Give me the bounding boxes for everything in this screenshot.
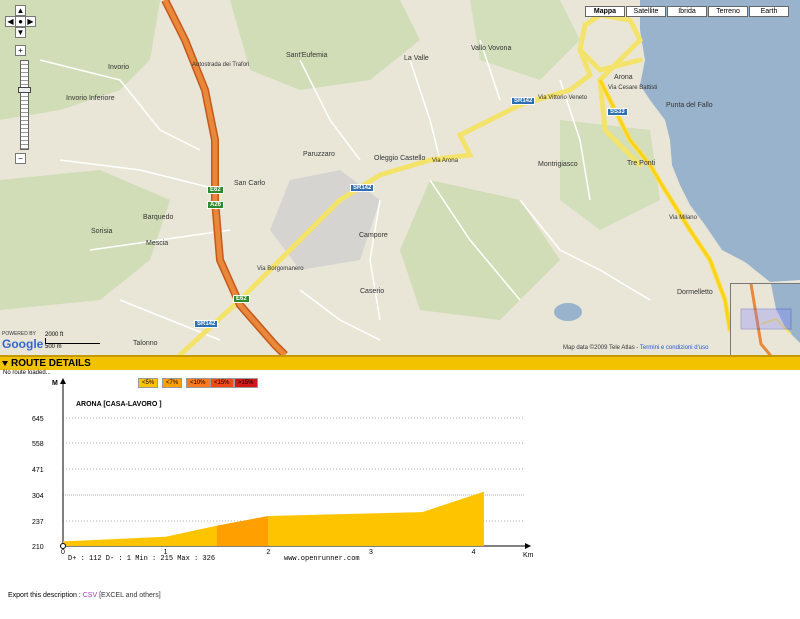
openrunner-window: Invorio Invorio Inferiore Sant'Eufemia La V… bbox=[0, 0, 800, 619]
x-axis-arrow-icon bbox=[525, 543, 531, 549]
place-label: Paruzzaro bbox=[303, 151, 335, 158]
road-label: Via Arona bbox=[432, 158, 458, 164]
map-canvas[interactable] bbox=[0, 0, 800, 355]
export-label: Export this description : bbox=[8, 592, 81, 599]
export-csv-link[interactable]: CSV bbox=[83, 592, 97, 599]
x-tick-label: 3 bbox=[369, 549, 373, 556]
road-shield: E62 bbox=[233, 295, 250, 303]
y-axis-label: M bbox=[52, 380, 58, 387]
place-label: La Valle bbox=[404, 55, 429, 62]
x-tick-label: 4 bbox=[472, 549, 476, 556]
map-type-bar: Mappa Satellite Ibrida Terreno Earth bbox=[585, 6, 790, 17]
place-label: Sorisia bbox=[91, 228, 113, 235]
profile-stats: D+ : 112 D- : 1 Min : 215 Max : 326 bbox=[68, 555, 215, 563]
road-label: Via Milano bbox=[669, 215, 697, 221]
zoom-slider-thumb[interactable] bbox=[18, 87, 31, 93]
collapse-arrow-icon[interactable] bbox=[2, 361, 8, 366]
road-label: Autostrada dei Trafori bbox=[192, 62, 250, 68]
road-shield: SS33 bbox=[607, 108, 628, 116]
road-shield: E62 bbox=[207, 186, 224, 194]
route-map[interactable]: Invorio Invorio Inferiore Sant'Eufemia La V… bbox=[0, 0, 800, 355]
x-tick-label: 0 bbox=[61, 549, 65, 556]
place-label: Barquedo bbox=[143, 214, 174, 221]
profile-segment bbox=[268, 491, 484, 546]
map-type-earth[interactable]: Earth bbox=[749, 6, 789, 17]
place-label: San Carlo bbox=[234, 180, 266, 187]
pan-right-icon[interactable]: ▶ bbox=[25, 16, 36, 27]
map-type-satellite[interactable]: Satellite bbox=[626, 6, 666, 17]
place-label: Arona bbox=[614, 74, 633, 81]
route-details-header[interactable]: ROUTE DETAILS bbox=[0, 355, 800, 370]
map-type-ibrida[interactable]: Ibrida bbox=[667, 6, 707, 17]
y-tick-label: 210 bbox=[32, 544, 44, 551]
y-tick-label: 237 bbox=[32, 519, 44, 526]
terms-link[interactable]: Termini e condizioni d'uso bbox=[640, 345, 709, 351]
zoom-in-button[interactable]: + bbox=[15, 45, 26, 56]
map-scale: 2000 ft 500 m bbox=[45, 332, 100, 350]
pan-up-icon[interactable]: ▲ bbox=[15, 5, 26, 16]
place-label: Invorio bbox=[108, 64, 130, 71]
road-label: Via Borgomanero bbox=[257, 266, 304, 272]
scale-lower-label: 500 m bbox=[45, 344, 62, 350]
y-tick-label: 304 bbox=[32, 493, 44, 500]
lake-maggiore bbox=[640, 0, 800, 282]
place-label: Invorio Inferiore bbox=[66, 95, 115, 102]
road-label: Via Vittorio Veneto bbox=[538, 95, 588, 101]
zoom-out-button[interactable]: − bbox=[15, 153, 26, 164]
place-label: Dormelletto bbox=[677, 289, 713, 296]
place-label: Talonno bbox=[133, 340, 158, 347]
export-footer: Export this description : CSV [EXCEL and… bbox=[8, 592, 161, 599]
start-marker-icon bbox=[60, 543, 66, 549]
zoom-slider[interactable] bbox=[18, 60, 31, 150]
map-copyright: Map data ©2009 Tele Atlas - Termini e co… bbox=[563, 345, 708, 351]
elevation-profile-chart: 210237304471558645MKm0 1 2 3 4ARONA [CASA-LA… bbox=[32, 378, 534, 563]
road-shield: SR142 bbox=[350, 184, 375, 192]
place-label: Punta del Fallo bbox=[666, 102, 713, 109]
place-label: Vallo Vovona bbox=[471, 45, 512, 52]
place-label: Campore bbox=[359, 232, 388, 239]
road-shield: A26 bbox=[207, 201, 225, 209]
place-label: Oleggio Castello bbox=[374, 155, 426, 162]
overview-map[interactable] bbox=[730, 283, 800, 355]
road-label: Via Cesare Battisti bbox=[608, 85, 658, 91]
road-shield: SR142 bbox=[511, 97, 536, 105]
pan-down-icon[interactable]: ▼ bbox=[15, 27, 26, 38]
chart-title: ARONA [CASA-LAVORO ] bbox=[76, 401, 162, 408]
site-watermark: www.openrunner.com bbox=[284, 555, 360, 563]
y-axis-arrow-icon bbox=[60, 378, 66, 384]
y-tick-label: 645 bbox=[32, 416, 44, 423]
x-tick-label: 2 bbox=[266, 549, 270, 556]
place-label: Caserio bbox=[360, 288, 385, 295]
overview-viewport[interactable] bbox=[740, 308, 792, 330]
google-logo-text: Google bbox=[2, 337, 44, 351]
place-label: Tre Ponti bbox=[627, 160, 656, 167]
x-axis-label: Km bbox=[523, 552, 534, 559]
y-tick-label: 558 bbox=[32, 441, 44, 448]
road-shield: SR142 bbox=[194, 320, 219, 328]
copyright-text: Map data ©2009 Tele Atlas - bbox=[563, 345, 639, 351]
place-label: Mescia bbox=[146, 240, 169, 247]
map-type-mappa[interactable]: Mappa bbox=[585, 6, 625, 17]
place-label: Montrigiasco bbox=[538, 161, 578, 168]
google-logo: Google bbox=[2, 337, 43, 351]
y-tick-label: 471 bbox=[32, 467, 44, 474]
place-label: Sant'Eufemia bbox=[286, 52, 328, 59]
profile-segment bbox=[217, 515, 269, 546]
export-other-formats: [EXCEL and others] bbox=[99, 592, 161, 599]
route-details-title: ROUTE DETAILS bbox=[11, 358, 91, 369]
recenter-icon[interactable]: ● bbox=[15, 16, 26, 27]
profile-segment bbox=[63, 525, 217, 546]
map-type-terreno[interactable]: Terreno bbox=[708, 6, 748, 17]
